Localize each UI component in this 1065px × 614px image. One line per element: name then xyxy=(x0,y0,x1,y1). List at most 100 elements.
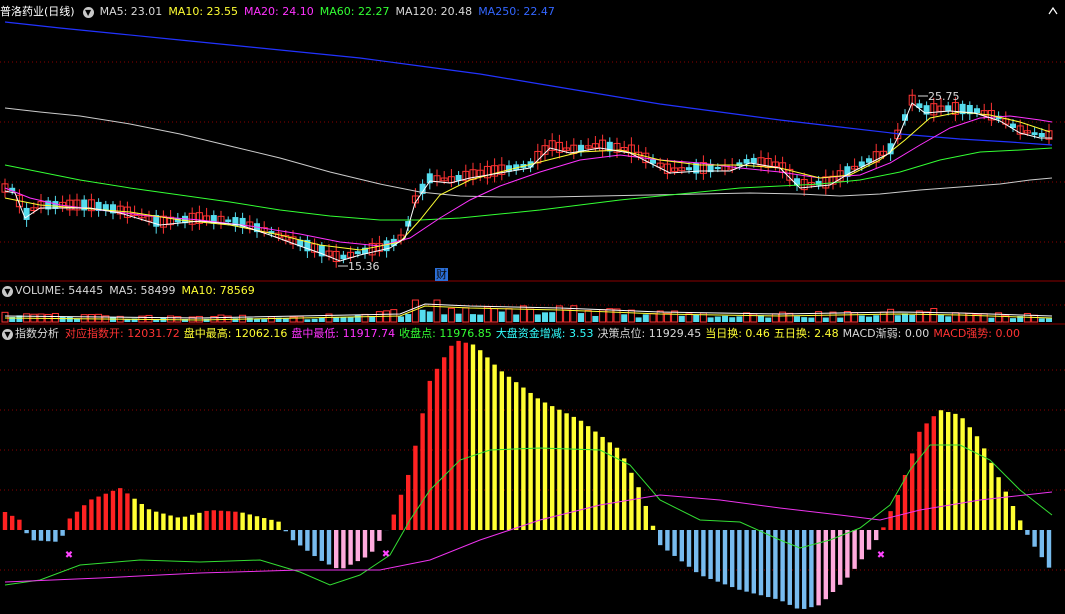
volume-bar xyxy=(980,313,988,323)
volume-bar xyxy=(930,307,938,323)
indicator-item-label: 盘中最高: xyxy=(183,327,235,340)
indicator-item-value: 12062.16 xyxy=(234,327,288,340)
candle-body xyxy=(1038,132,1045,138)
indicator-item-label: MACD渐弱: xyxy=(842,327,905,340)
indicator-item-label: 对应指数开: xyxy=(65,327,128,340)
indicator-bar xyxy=(1010,506,1016,530)
volume-bar xyxy=(195,315,203,323)
financial-event-marker[interactable]: 财 xyxy=(435,268,448,281)
volume-bar xyxy=(217,314,225,323)
low-price-label: 15.36 xyxy=(348,260,380,273)
indicator-bar xyxy=(420,413,425,530)
signal-marker: ✖ xyxy=(382,549,390,560)
chevron-up-icon[interactable] xyxy=(1048,6,1058,16)
indicator-bar xyxy=(125,493,130,530)
indicator-bar xyxy=(276,521,281,530)
volume-bar xyxy=(534,314,541,322)
volume-bar xyxy=(498,311,505,322)
volume-bar xyxy=(808,317,815,322)
volume-bar xyxy=(441,314,448,322)
indicator-bar xyxy=(874,530,879,541)
volume-bar xyxy=(95,313,103,323)
volume-bar xyxy=(729,317,736,322)
volume-bar xyxy=(398,316,404,322)
candle-body xyxy=(815,180,822,186)
stock-title: 普洛药业(日线) xyxy=(0,5,75,18)
indicator-bar xyxy=(211,510,216,530)
volume-bar xyxy=(642,314,649,322)
indicator-bar xyxy=(82,505,87,530)
volume-bar xyxy=(959,312,967,323)
indicator-bar xyxy=(672,530,677,556)
volume-bar xyxy=(470,314,476,322)
volume-bar xyxy=(477,314,484,322)
volume-bar xyxy=(433,299,441,323)
volume-bar xyxy=(736,316,743,322)
signal-marker: ✖ xyxy=(877,550,885,561)
indicator-item-label: 五日换: xyxy=(773,327,815,340)
indicator-bar xyxy=(168,515,173,530)
volume-bar xyxy=(765,317,772,322)
volume-bar xyxy=(347,316,354,322)
indicator-bar xyxy=(348,530,353,565)
collapse-icon[interactable]: ▼ xyxy=(82,6,94,18)
volume-bar xyxy=(51,312,59,323)
indicator-bar xyxy=(370,530,375,552)
indicator-item-value: 11976.85 xyxy=(439,327,492,340)
indicator-bar xyxy=(946,412,951,530)
indicator-bar xyxy=(406,474,411,530)
indicator-item-value: 3.53 xyxy=(569,327,594,340)
indicator-bar xyxy=(67,518,72,530)
indicator-bar xyxy=(2,512,8,530)
volume-bar xyxy=(621,314,628,322)
volume-bar xyxy=(1,311,9,323)
candle-body xyxy=(974,108,980,114)
volume-bar xyxy=(304,319,311,322)
chart-canvas[interactable]: ✖ ✖ ✖ xyxy=(0,0,1065,614)
indicator-bar xyxy=(132,498,137,530)
collapse-icon[interactable]: ▼ xyxy=(2,285,13,297)
indicator-bar xyxy=(254,516,260,530)
indicator-item: 盘中最低: 11917.74 xyxy=(291,327,395,340)
indicator-bar xyxy=(17,519,22,530)
volume-bar xyxy=(663,312,671,323)
volume-bar xyxy=(649,313,657,323)
indicator-bar xyxy=(989,462,994,530)
indicator-bar xyxy=(31,530,36,541)
indicator-bar xyxy=(816,530,821,606)
indicator-item-label: 决策点位: xyxy=(597,327,649,340)
volume-bar xyxy=(483,306,491,323)
indicator-item: 决策点位: 11929.45 xyxy=(598,327,702,340)
volume-bar xyxy=(722,315,728,322)
volume-bar xyxy=(656,310,664,323)
indicator-bar xyxy=(463,342,468,530)
volume-ma5-label: MA5: 58499 xyxy=(109,284,176,297)
indicator-bar xyxy=(1025,530,1030,535)
volume-bar xyxy=(894,315,901,322)
indicator-bar xyxy=(470,344,476,530)
indicator-bar xyxy=(146,509,152,530)
indicator-bar xyxy=(578,420,584,530)
volume-bar xyxy=(851,312,859,323)
volume-bar xyxy=(923,311,931,323)
volume-bar xyxy=(513,314,520,322)
indicator-bar xyxy=(521,387,526,530)
volume-bar xyxy=(822,317,829,322)
indicator-bar xyxy=(269,519,274,530)
volume-bar xyxy=(707,317,714,322)
indicator-bar xyxy=(751,530,756,594)
volume-ma10-label: MA10: 78569 xyxy=(181,284,255,297)
collapse-icon[interactable]: ▼ xyxy=(2,328,13,340)
volume-bar xyxy=(866,316,872,322)
volume-bar xyxy=(491,308,499,323)
indicator-item-value: 0.00 xyxy=(904,327,930,340)
candle-body xyxy=(750,157,757,164)
indicator-bar xyxy=(233,511,238,530)
indicator-item: 大盘资金增减: 3.53 xyxy=(496,327,594,340)
indicator-bar xyxy=(334,530,339,569)
indicator-item: 对应指数开: 12031.72 xyxy=(65,327,180,340)
indicator-bar xyxy=(298,530,303,546)
volume-bar xyxy=(519,305,527,323)
indicator-item-value: 0.46 xyxy=(745,327,770,340)
ma10-label: MA10: 23.55 xyxy=(168,5,239,18)
